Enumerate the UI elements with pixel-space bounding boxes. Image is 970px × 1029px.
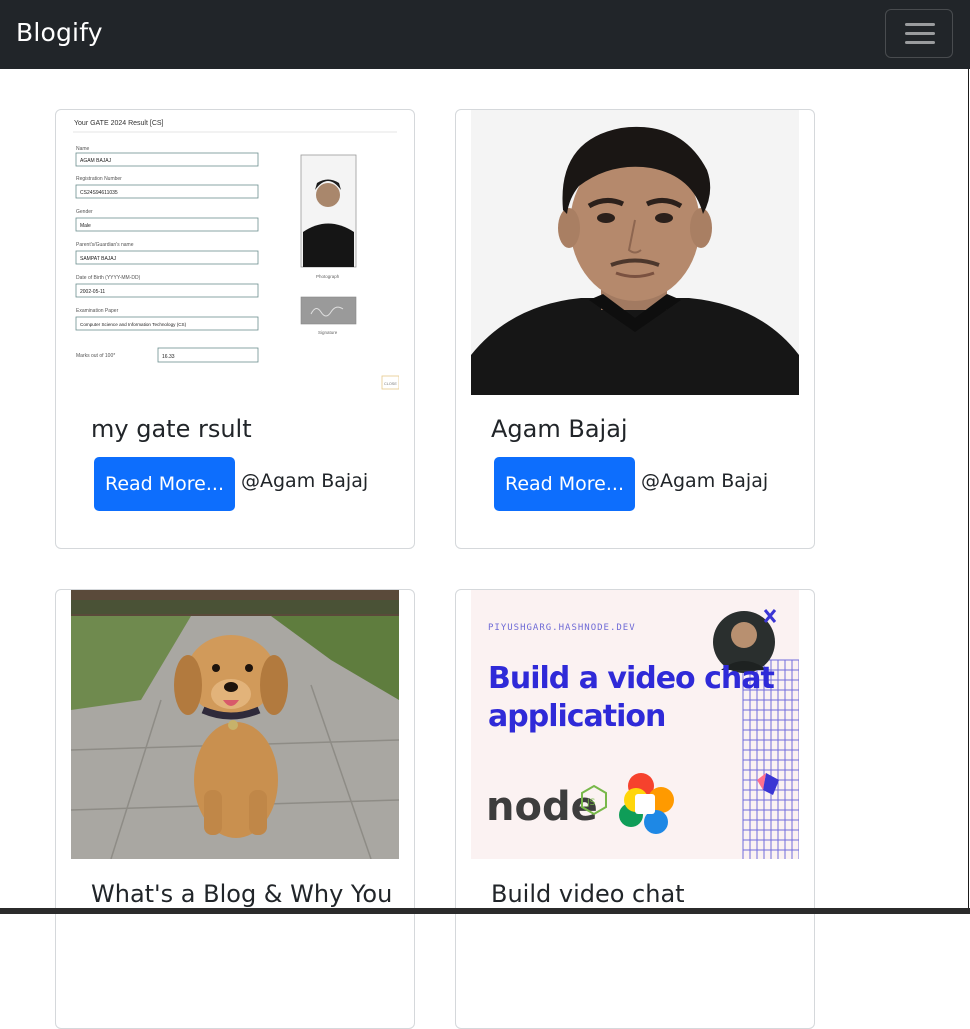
nodejs-logo-text: node — [486, 784, 598, 830]
card-title: Agam Bajaj — [491, 415, 628, 443]
svg-text:Name: Name — [76, 146, 90, 152]
navbar: Blogify — [0, 0, 970, 69]
svg-text:SAMPAT BAJAJ: SAMPAT BAJAJ — [80, 256, 117, 262]
svg-text:Male: Male — [80, 223, 91, 229]
card-title: Build video chat — [491, 880, 685, 908]
card-image-video-chat-banner: PIYUSHGARG.HASHNODE.DEV Build a video ch… — [471, 590, 799, 859]
svg-text:AGAM BAJAJ: AGAM BAJAJ — [80, 158, 112, 164]
svg-text:Gender: Gender — [76, 209, 93, 215]
svg-text:Parent's/Guardian's name: Parent's/Guardian's name — [76, 242, 134, 248]
svg-text:16.33: 16.33 — [162, 354, 175, 360]
svg-text:2002-05-11: 2002-05-11 — [80, 289, 105, 295]
svg-text:Registration Number: Registration Number — [76, 176, 122, 182]
read-more-button[interactable]: Read More... — [94, 457, 235, 511]
card-title: my gate rsult — [91, 415, 252, 443]
svg-text:Signature: Signature — [318, 330, 338, 335]
navbar-toggler-button[interactable] — [885, 9, 953, 58]
blog-card: Your GATE 2024 Result [CS] Name AGAM BAJ… — [55, 109, 415, 549]
card-image-portrait — [471, 110, 799, 395]
bottom-border — [0, 908, 970, 914]
gate-heading: Your GATE 2024 Result [CS] — [74, 120, 164, 127]
svg-text:CS24S94611035: CS24S94611035 — [80, 190, 118, 196]
svg-text:CLOSE: CLOSE — [384, 382, 397, 386]
banner-site: PIYUSHGARG.HASHNODE.DEV — [488, 623, 636, 633]
blog-card: What's a Blog & Why You — [55, 589, 415, 1029]
blog-card: Agam Bajaj Read More... @Agam Bajaj — [455, 109, 815, 549]
blog-card: PIYUSHGARG.HASHNODE.DEV Build a video ch… — [455, 589, 815, 1029]
svg-text:Marks out of 100*: Marks out of 100* — [76, 353, 115, 359]
svg-text:Computer Science and Informati: Computer Science and Information Technol… — [80, 322, 187, 327]
brand-logo[interactable]: Blogify — [16, 18, 103, 47]
read-more-button[interactable]: Read More... — [494, 457, 635, 511]
svg-text:Date of Birth (YYYY-MM-DD): Date of Birth (YYYY-MM-DD) — [76, 275, 141, 281]
main-content: Your GATE 2024 Result [CS] Name AGAM BAJ… — [0, 69, 969, 1029]
banner-line2: application — [488, 699, 665, 734]
svg-text:JS: JS — [586, 798, 596, 808]
card-title: What's a Blog & Why You — [91, 880, 393, 908]
card-author: @Agam Bajaj — [641, 470, 769, 492]
card-author: @Agam Bajaj — [241, 470, 369, 492]
banner-line1: Build a video chat — [488, 661, 774, 696]
svg-text:Examination Paper: Examination Paper — [76, 308, 119, 314]
card-image-puppy — [71, 590, 399, 859]
card-image-gate-result: Your GATE 2024 Result [CS] Name AGAM BAJ… — [71, 110, 399, 395]
svg-text:Photograph: Photograph — [316, 274, 340, 279]
